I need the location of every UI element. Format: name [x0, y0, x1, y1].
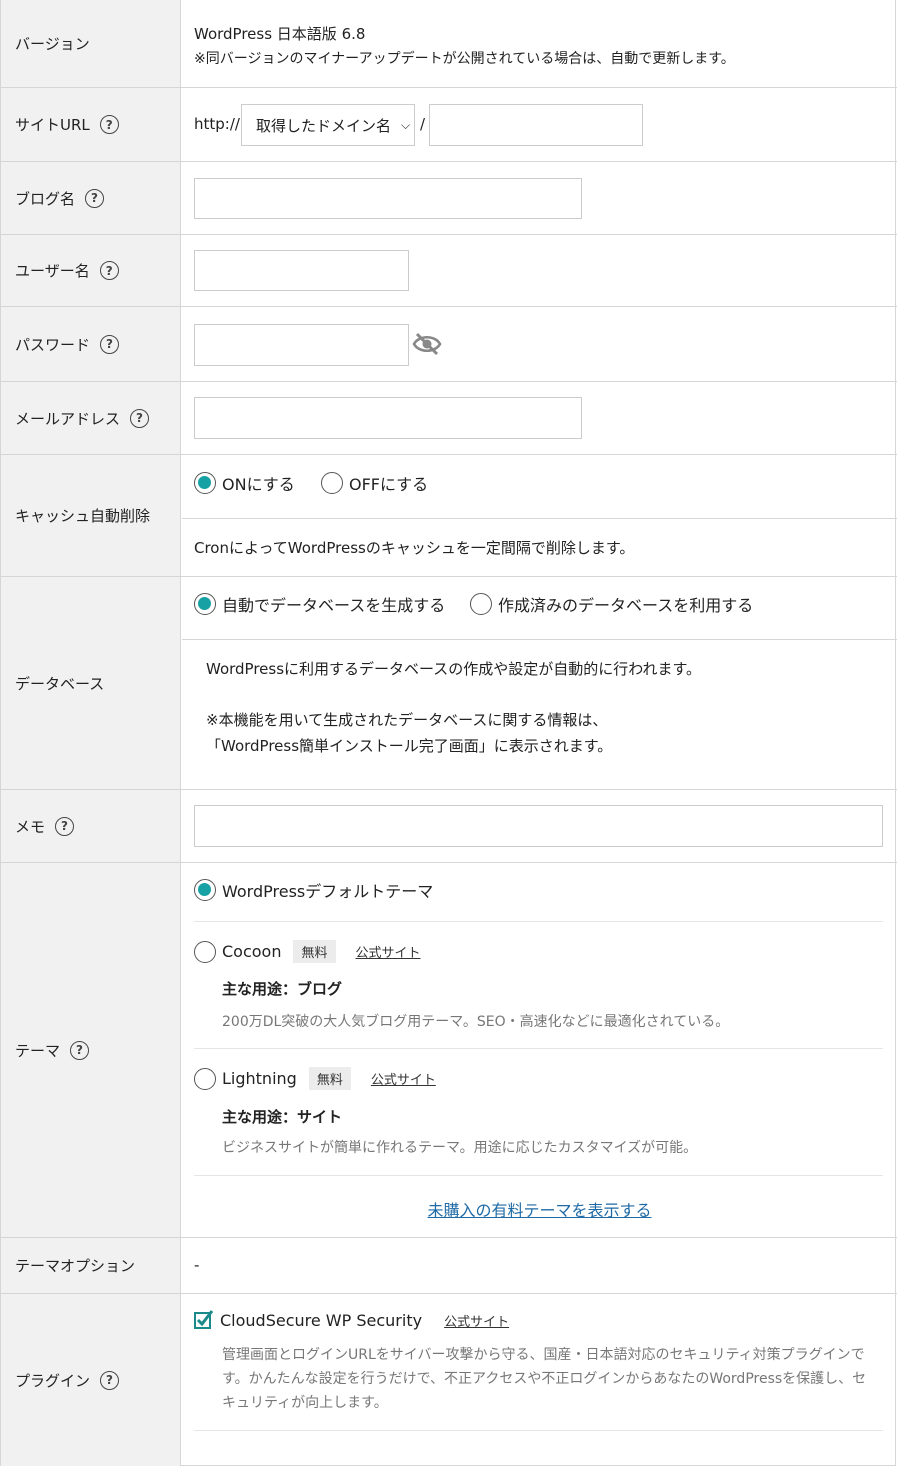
help-icon[interactable]: ?: [55, 816, 75, 836]
row-label: メールアドレス: [15, 409, 121, 428]
free-badge: 無料: [308, 1067, 351, 1090]
url-prefix: http://: [194, 115, 240, 133]
cache-off-radio[interactable]: OFFにする: [321, 471, 428, 495]
theme-cocoon-radio[interactable]: Cocoon 無料 公式サイト: [194, 940, 421, 963]
row-label: ユーザー名: [15, 262, 90, 280]
row-label: テーマ: [15, 1041, 61, 1060]
row-password: パスワード?: [1, 307, 897, 382]
divider: [182, 639, 897, 640]
version-note: ※同バージョンのマイナーアップデートが公開されている場合は、自動で更新します。: [194, 51, 735, 67]
radio-unchecked-icon: [470, 593, 492, 615]
row-version: バージョン WordPress 日本語版 6.8 ※同バージョンのマイナーアップ…: [1, 0, 897, 88]
database-description: WordPressに利用するデータベースの作成や設定が自動的に行われます。: [206, 660, 702, 678]
show-paid-themes-link[interactable]: 未購入の有料テーマを表示する: [427, 1201, 651, 1220]
theme-lightning-radio[interactable]: Lightning 無料 公式サイト: [194, 1067, 436, 1090]
plugin-description: す。かんたんな設定を行うだけで、不正アクセスや不正ログインからあなたのWordP…: [222, 1371, 867, 1387]
theme-use: 主な用途：サイト: [222, 1108, 343, 1126]
row-label: バージョン: [1, 0, 181, 87]
plugin-description: 管理画面とログインURLをサイバー攻撃から守る、国産・日本語対応のセキュリティ対…: [222, 1347, 865, 1363]
row-label: テーマオプション: [1, 1238, 181, 1293]
row-label: データベース: [1, 577, 181, 789]
help-icon[interactable]: ?: [130, 408, 150, 428]
radio-label: OFFにする: [349, 475, 429, 494]
theme-use: 主な用途：ブログ: [222, 980, 343, 998]
radio-label: 自動でデータベースを生成する: [222, 596, 446, 615]
cache-on-radio[interactable]: ONにする: [194, 471, 295, 495]
version-text: WordPress 日本語版 6.8: [194, 25, 366, 43]
radio-unchecked-icon: [321, 472, 343, 494]
row-label: サイトURL: [15, 116, 90, 134]
help-icon[interactable]: ?: [85, 188, 105, 208]
row-label: プラグイン: [15, 1371, 91, 1390]
radio-checked-icon: [194, 472, 216, 494]
eye-off-icon[interactable]: [412, 332, 442, 356]
theme-description: ビジネスサイトが簡単に作れるテーマ。用途に応じたカスタマイズが可能。: [222, 1140, 698, 1156]
row-label: キャッシュ自動削除: [1, 455, 181, 576]
row-email: メールアドレス?: [1, 382, 897, 455]
radio-checked-icon: [194, 593, 216, 615]
theme-default-radio[interactable]: WordPressデフォルトテーマ: [194, 878, 433, 902]
url-path-input[interactable]: [429, 104, 643, 146]
official-site-link[interactable]: 公式サイト: [371, 1069, 436, 1088]
help-icon[interactable]: ?: [99, 115, 119, 134]
radio-label: 作成済みのデータベースを利用する: [498, 596, 754, 615]
official-site-link[interactable]: 公式サイト: [444, 1311, 509, 1330]
help-icon[interactable]: ?: [100, 334, 120, 354]
username-input[interactable]: [194, 250, 409, 291]
memo-input[interactable]: [194, 805, 883, 847]
row-label: パスワード: [15, 335, 91, 354]
row-theme: テーマ? WordPressデフォルトテーマ Cocoon 無料 公式サイト 主…: [1, 863, 897, 1238]
theme-name: Cocoon: [222, 942, 282, 961]
database-note: 「WordPress簡単インストール完了画面」に表示されます。: [206, 737, 613, 755]
row-plugin: プラグイン? CloudSecure WP Security 公式サイト 管理画…: [1, 1294, 897, 1466]
free-badge: 無料: [293, 940, 336, 963]
database-existing-radio[interactable]: 作成済みのデータベースを利用する: [470, 592, 753, 616]
plugin-name: CloudSecure WP Security: [220, 1310, 423, 1330]
chevron-down-icon: ⌵: [401, 117, 411, 132]
blog-name-input[interactable]: [194, 178, 582, 219]
help-icon[interactable]: ?: [99, 261, 119, 280]
password-input[interactable]: [194, 324, 409, 366]
radio-checked-icon: [194, 879, 216, 901]
database-note: ※本機能を用いて生成されたデータベースに関する情報は、: [206, 711, 608, 729]
divider: [194, 921, 883, 922]
row-username: ユーザー名?: [1, 235, 897, 307]
help-icon[interactable]: ?: [100, 1370, 120, 1390]
row-theme-option: テーマオプション -: [1, 1238, 897, 1294]
radio-unchecked-icon: [194, 1067, 216, 1090]
row-memo: メモ?: [1, 790, 897, 863]
row-label: ブログ名: [15, 189, 76, 208]
url-slash: /: [420, 115, 426, 133]
settings-table: バージョン WordPress 日本語版 6.8 ※同バージョンのマイナーアップ…: [0, 0, 897, 1466]
domain-select-value: 取得したドメイン名: [256, 116, 392, 135]
plugin-checkbox[interactable]: CloudSecure WP Security 公式サイト: [194, 1310, 509, 1330]
theme-name: Lightning: [222, 1069, 297, 1088]
radio-label: ONにする: [222, 475, 295, 494]
theme-description: 200万DL突破の大人気ブログ用テーマ。SEO・高速化などに最適化されている。: [222, 1014, 730, 1030]
radio-unchecked-icon: [194, 940, 216, 963]
row-database: データベース 自動でデータベースを生成する 作成済みのデータベースを利用する W…: [1, 577, 897, 790]
database-auto-radio[interactable]: 自動でデータベースを生成する: [194, 592, 445, 616]
plugin-description: キュリティが向上します。: [222, 1395, 388, 1411]
theme-option-value: -: [194, 1256, 200, 1274]
radio-label: WordPressデフォルトテーマ: [222, 882, 434, 901]
row-label: メモ: [15, 817, 46, 836]
divider: [194, 1430, 883, 1431]
help-icon[interactable]: ?: [70, 1040, 90, 1060]
row-site-url: サイトURL? http:// 取得したドメイン名 ⌵ /: [1, 88, 897, 162]
cache-description: CronによってWordPressのキャッシュを一定間隔で削除します。: [194, 539, 635, 557]
domain-select[interactable]: 取得したドメイン名 ⌵: [241, 104, 415, 146]
divider: [182, 518, 897, 519]
row-cache: キャッシュ自動削除 ONにする OFFにする CronによってWordPress…: [1, 455, 897, 577]
divider: [194, 1048, 883, 1049]
divider: [194, 1175, 883, 1176]
email-input[interactable]: [194, 397, 582, 439]
official-site-link[interactable]: 公式サイト: [356, 942, 421, 961]
checkbox-checked-icon: [194, 1310, 214, 1329]
row-blog-name: ブログ名?: [1, 162, 897, 235]
